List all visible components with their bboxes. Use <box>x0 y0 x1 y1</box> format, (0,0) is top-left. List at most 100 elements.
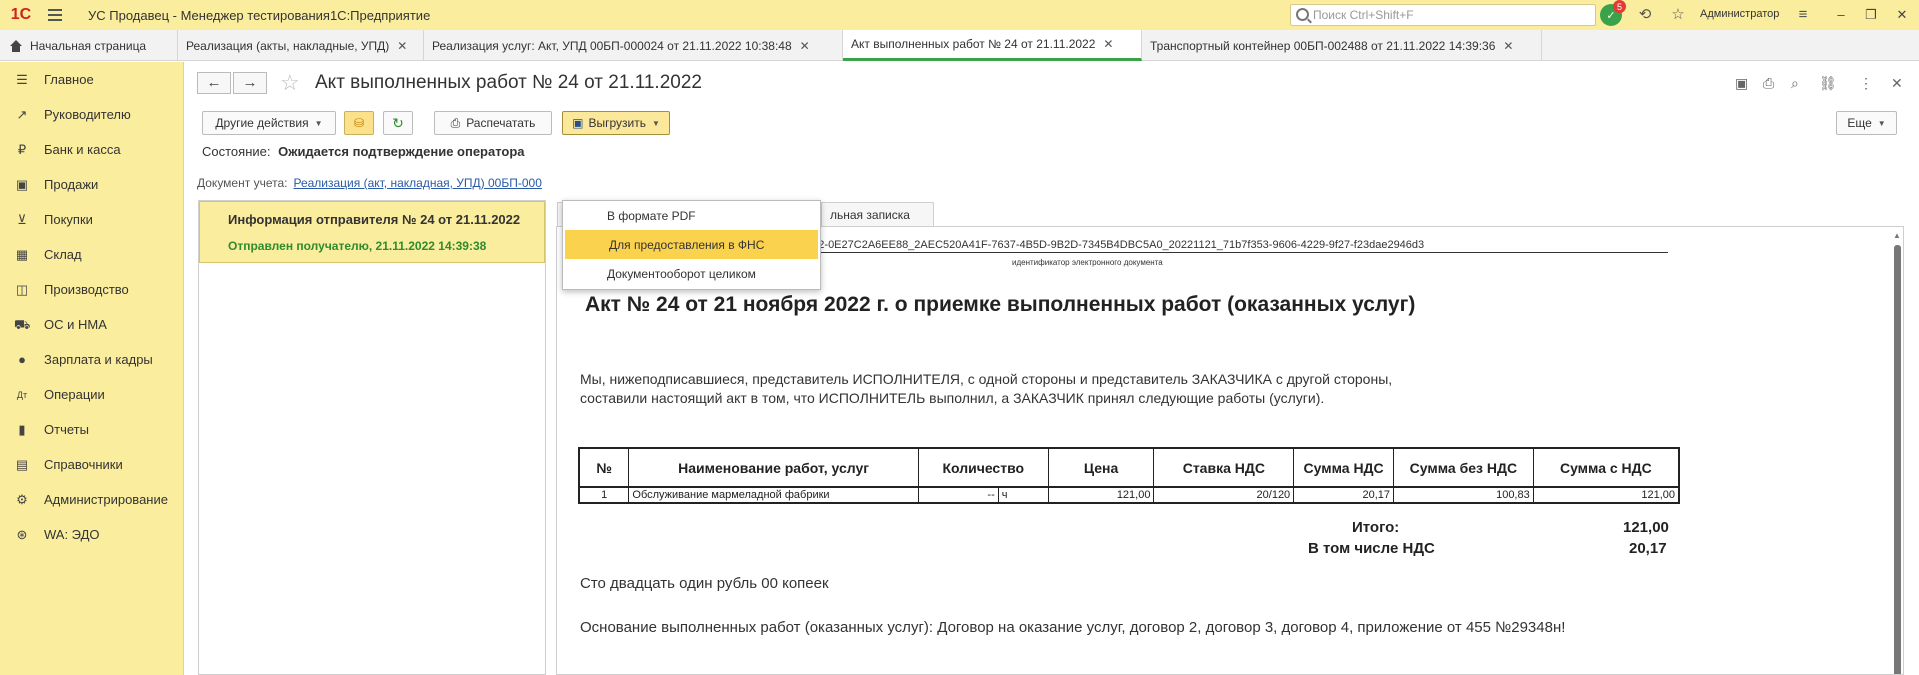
history-icon[interactable]: ⟲ <box>1636 6 1654 24</box>
chart-line-icon: ↗ <box>16 106 28 122</box>
search-input[interactable]: Поиск Ctrl+Shift+F <box>1290 4 1596 26</box>
print-button[interactable]: ⎙ Распечатать <box>434 111 552 135</box>
title-bar: 1С УС Продавец - Менеджер тестирования1С… <box>0 0 1919 30</box>
tab-container[interactable]: Транспортный контейнер 00БП-002488 от 21… <box>1142 30 1542 61</box>
settings-lines-icon[interactable]: ≡ <box>1794 6 1812 24</box>
more-button[interactable]: Еще ▼ <box>1836 111 1897 135</box>
sidebar-item-director[interactable]: ↗ Руководителю <box>0 97 183 132</box>
tab-sales-list[interactable]: Реализация (акты, накладные, УПД) ✕ <box>178 30 424 61</box>
more-vertical-icon[interactable]: ⋮ <box>1859 75 1873 91</box>
doc-link[interactable]: Реализация (акт, накладная, УПД) 00БП-00… <box>293 176 541 190</box>
column-header: Ставка НДС <box>1153 447 1295 488</box>
amount-in-words: Сто двадцать один рубль 00 копеек <box>580 575 829 592</box>
print-icon[interactable]: ⎙ <box>1763 75 1774 91</box>
tab-label: Реализация (акты, накладные, УПД) <box>186 38 390 53</box>
close-icon[interactable]: ✕ <box>800 39 810 53</box>
notifications-icon[interactable]: ✓ 5 <box>1600 0 1626 26</box>
sidebar-item-label: WA: ЭДО <box>44 527 100 542</box>
table-header-row: № Наименование работ, услуг Количество Ц… <box>578 447 1680 488</box>
close-window-icon[interactable]: ✕ <box>1893 6 1911 24</box>
save-icon[interactable]: ▣ <box>1735 75 1748 91</box>
doc-line: Документ учета: Реализация (акт, накладна… <box>197 176 542 190</box>
sidebar-item-label: Справочники <box>44 457 123 472</box>
restore-icon[interactable]: ❐ <box>1862 6 1880 24</box>
scroll-up-icon[interactable]: ▲ <box>1893 231 1901 240</box>
notifications-badge: 5 <box>1613 0 1626 13</box>
minimize-icon[interactable]: – <box>1832 6 1850 24</box>
act-paragraph-line: Мы, нижеподписавшиеся, представитель ИСП… <box>580 371 1393 387</box>
cell-num: 1 <box>578 486 630 504</box>
cell-unit: ч <box>997 486 1049 504</box>
chevron-down-icon: ▼ <box>651 118 660 128</box>
chevron-down-icon: ▼ <box>314 118 323 128</box>
user-name[interactable]: Администратор <box>1700 8 1779 20</box>
sidebar-item-catalogs[interactable]: ▤ Справочники <box>0 447 183 482</box>
tab-label: Транспортный контейнер 00БП-002488 от 21… <box>1150 38 1496 53</box>
sidebar-item-edo[interactable]: ⊛ WA: ЭДО <box>0 517 183 552</box>
favorite-star-icon[interactable]: ☆ <box>280 70 300 96</box>
forward-button[interactable]: → <box>233 72 267 94</box>
sidebar-item-bank[interactable]: ₽ Банк и касса <box>0 132 183 167</box>
menu-item-fns[interactable]: Для предоставления в ФНС <box>565 230 818 259</box>
tab-explanatory-note[interactable]: льная записка <box>821 202 934 227</box>
sidebar-item-salary[interactable]: ● Зарплата и кадры <box>0 342 183 377</box>
preview-icon[interactable]: ⌕ <box>1791 75 1799 91</box>
other-actions-button[interactable]: Другие действия ▼ <box>202 111 336 135</box>
info-panel: Информация отправителя № 24 от 21.11.202… <box>198 200 546 675</box>
basis-text: Основание выполненных работ (оказанных у… <box>580 619 1566 636</box>
sidebar-item-operations[interactable]: Дт Операции <box>0 377 183 412</box>
app-title: УС Продавец - Менеджер тестирования1С:Пр… <box>88 7 431 23</box>
column-header: № <box>578 447 630 488</box>
scroll-thumb[interactable] <box>1894 245 1901 674</box>
sidebar-item-assets[interactable]: ⛟ ОС и НМА <box>0 307 183 342</box>
info-item[interactable]: Информация отправителя № 24 от 21.11.202… <box>199 201 545 263</box>
sidebar-item-reports[interactable]: ▮ Отчеты <box>0 412 183 447</box>
table-row: 1 Обслуживание мармеладной фабрики -- ч … <box>578 486 1680 504</box>
factory-icon: ◫ <box>15 281 29 297</box>
button-label: Еще <box>1847 116 1872 130</box>
button-label: Распечатать <box>466 116 536 130</box>
sidebar-item-production[interactable]: ◫ Производство <box>0 272 183 307</box>
document-view: DP_REZRUISP_2AE88B6A3E3-B965-4B3F-B8A2-0… <box>556 226 1904 675</box>
cell-vat-rate: 20/120 <box>1153 486 1295 504</box>
state-line: Состояние: Ожидается подтверждение опера… <box>202 144 525 159</box>
menu-item-full-flow[interactable]: Документооборот целиком <box>563 259 820 288</box>
back-button[interactable]: ← <box>197 72 231 94</box>
column-header: Сумма НДС <box>1293 447 1395 488</box>
act-paragraph: Мы, нижеподписавшиеся, представитель ИСП… <box>580 370 1392 408</box>
export-button[interactable]: ▣ Выгрузить ▼ <box>562 111 670 135</box>
gear-icon: ⚙ <box>16 491 28 507</box>
sidebar-item-label: Зарплата и кадры <box>44 352 153 367</box>
act-table: № Наименование работ, услуг Количество Ц… <box>578 447 1680 504</box>
floppy-icon: ▣ <box>572 116 584 130</box>
favorites-star-icon[interactable]: ☆ <box>1669 6 1687 24</box>
bag-icon: ▣ <box>15 176 29 192</box>
close-icon[interactable]: ✕ <box>1503 39 1513 53</box>
chevron-down-icon: ▼ <box>1877 118 1886 128</box>
menu-item-pdf[interactable]: В формате PDF <box>563 201 820 230</box>
structure-button[interactable]: ⛁ <box>344 111 374 135</box>
close-icon[interactable]: ✕ <box>397 39 407 53</box>
sidebar-item-purchases[interactable]: ⊻ Покупки <box>0 202 183 237</box>
tab-act[interactable]: Акт выполненных работ № 24 от 21.11.2022… <box>843 30 1142 61</box>
menu-icon: ☰ <box>16 71 28 87</box>
close-form-icon[interactable]: ✕ <box>1891 75 1903 91</box>
cell-vat-sum: 20,17 <box>1293 486 1395 504</box>
main-menu-icon[interactable] <box>42 0 70 30</box>
tab-sales-doc[interactable]: Реализация услуг: Акт, УПД 00БП-000024 о… <box>424 30 843 61</box>
tab-home[interactable]: Начальная страница <box>0 30 178 61</box>
sidebar-item-main[interactable]: ☰ Главное <box>0 62 183 97</box>
refresh-button[interactable]: ↻ <box>383 111 413 135</box>
sidebar-item-sales[interactable]: ▣ Продажи <box>0 167 183 202</box>
state-value: Ожидается подтверждение оператора <box>278 144 525 159</box>
cell-qty: -- <box>917 486 999 504</box>
vat-value: 20,17 <box>1629 540 1667 557</box>
column-header: Количество <box>917 447 1049 488</box>
link-icon[interactable]: ⛓ <box>1819 75 1837 91</box>
cell-name: Обслуживание мармеладной фабрики <box>628 486 919 504</box>
sidebar-item-warehouse[interactable]: ▦ Склад <box>0 237 183 272</box>
close-icon[interactable]: ✕ <box>1103 37 1113 51</box>
sidebar-item-admin[interactable]: ⚙ Администрирование <box>0 482 183 517</box>
hierarchy-icon: ⛁ <box>353 116 365 130</box>
sidebar-item-label: Банк и касса <box>44 142 121 157</box>
